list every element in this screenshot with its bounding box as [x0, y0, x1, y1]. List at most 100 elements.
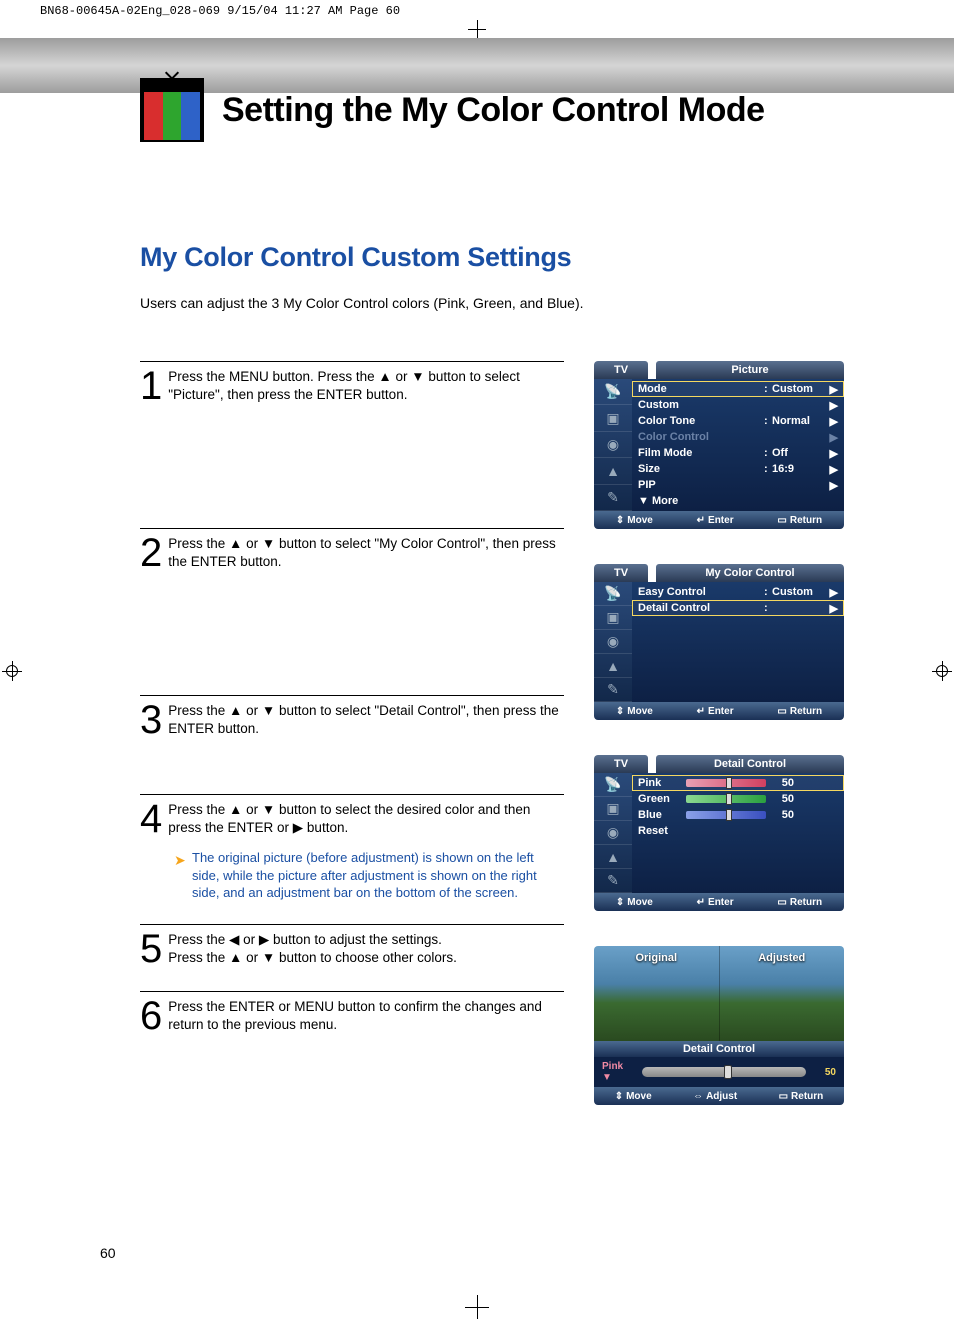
menu-row-detail-control[interactable]: Detail Control:▶ [632, 600, 844, 616]
prepress-header: BN68-00645A-02Eng_028-069 9/15/04 11:27 … [0, 0, 954, 20]
return-icon: ▭ [777, 706, 786, 717]
adjust-icon: ⇔ [693, 1091, 703, 1102]
osd-title: Detail Control [656, 755, 844, 773]
page-title: Setting the My Color Control Mode [222, 91, 765, 130]
pink-slider[interactable] [686, 779, 766, 787]
step-5: 5 Press the ◀ or ▶ button to adjust the … [140, 924, 564, 969]
osd-main: Mode:Custom▶ Custom▶ Color Tone:Normal▶ … [632, 379, 844, 511]
preview-adjust-row: Pink▼ 50 [594, 1057, 844, 1087]
crop-mark-top [0, 20, 954, 38]
step-2: 2 Press the ▲ or ▼ button to select "My … [140, 528, 564, 573]
satellite-icon: 📡 [594, 773, 632, 797]
osd-tv-tab: TV [594, 361, 648, 379]
intro-text: Users can adjust the 3 My Color Control … [140, 295, 854, 311]
step-3: 3 Press the ▲ or ▼ button to select "Det… [140, 695, 564, 740]
menu-row-green[interactable]: Green50 [632, 791, 844, 807]
step-text: Press the ◀ or ▶ button to adjust the se… [168, 929, 457, 969]
step-number: 1 [140, 366, 168, 406]
menu-row-reset[interactable]: Reset [632, 823, 844, 839]
menu-row-film-mode[interactable]: Film Mode:Off▶ [632, 445, 844, 461]
step-number: 3 [140, 700, 168, 740]
sound-icon: ◉ [594, 432, 632, 458]
move-icon: ⇕ [616, 515, 624, 526]
enter-icon: ↵ [697, 897, 705, 908]
preview-bar-title: Detail Control [594, 1041, 844, 1057]
step-number: 6 [140, 996, 168, 1036]
satellite-icon: 📡 [594, 379, 632, 405]
satellite-icon: 📡 [594, 582, 632, 606]
preview-slider[interactable] [642, 1067, 806, 1077]
note-arrow-icon: ➤ [174, 851, 186, 870]
osd-tv-tab: TV [594, 755, 648, 773]
menu-row-more[interactable]: ▼ More [632, 493, 844, 509]
registration-mark-right [932, 661, 952, 681]
steps-column: 1 Press the MENU button. Press the ▲ or … [140, 361, 564, 1105]
preview-value: 50 [806, 1067, 836, 1078]
step-number: 5 [140, 929, 168, 969]
osd-main: Pink50 Green50 Blue50 Reset [632, 773, 844, 893]
move-icon: ⇕ [616, 706, 624, 717]
step-1: 1 Press the MENU button. Press the ▲ or … [140, 361, 564, 406]
osd-footer: ⇕Move ↵Enter ▭Return [594, 702, 844, 720]
osd-tv-tab: TV [594, 564, 648, 582]
picture-icon: ▣ [594, 797, 632, 821]
sound-icon: ◉ [594, 821, 632, 845]
menu-row-easy-control[interactable]: Easy Control:Custom▶ [632, 584, 844, 600]
osd-sidebar: 📡 ▣ ◉ ▲ ✎ [594, 379, 632, 511]
menu-row-pink[interactable]: Pink50 [632, 775, 844, 791]
tv-icon [140, 78, 204, 142]
step-4-note: ➤ The original picture (before adjustmen… [174, 849, 564, 902]
step-6: 6 Press the ENTER or MENU button to conf… [140, 991, 564, 1036]
step-text: Press the ENTER or MENU button to confir… [168, 996, 564, 1036]
osd-column: TV Picture 📡 ▣ ◉ ▲ ✎ Mode:Custom▶ Custom… [594, 361, 854, 1105]
osd-detail-control-menu: TV Detail Control 📡 ▣ ◉ ▲ ✎ Pink50 Green… [594, 755, 844, 911]
menu-row-mode[interactable]: Mode:Custom▶ [632, 381, 844, 397]
step-number: 2 [140, 533, 168, 573]
menu-row-custom[interactable]: Custom▶ [632, 397, 844, 413]
osd-footer: ⇕Move ↵Enter ▭Return [594, 511, 844, 529]
move-icon: ⇕ [615, 1091, 623, 1102]
preview-adjusted: Adjusted [719, 946, 845, 1041]
osd-sidebar: 📡 ▣ ◉ ▲ ✎ [594, 773, 632, 893]
note-text: The original picture (before adjustment)… [192, 850, 537, 900]
menu-row-blue[interactable]: Blue50 [632, 807, 844, 823]
green-slider[interactable] [686, 795, 766, 803]
section-heading: My Color Control Custom Settings [140, 242, 854, 273]
blue-slider[interactable] [686, 811, 766, 819]
setup-icon: ✎ [594, 485, 632, 511]
preview-param-label: Pink▼ [602, 1061, 642, 1083]
page-number: 60 [100, 1245, 116, 1261]
setup-icon: ✎ [594, 869, 632, 893]
osd-title: My Color Control [656, 564, 844, 582]
osd-my-color-control-menu: TV My Color Control 📡 ▣ ◉ ▲ ✎ Easy Contr… [594, 564, 844, 720]
registration-mark-left [2, 661, 22, 681]
osd-footer: ⇕Move ↵Enter ▭Return [594, 893, 844, 911]
step-text: Press the ▲ or ▼ button to select "Detai… [168, 700, 564, 740]
sound-icon: ◉ [594, 630, 632, 654]
step-text: Press the ▲ or ▼ button to select the de… [168, 799, 564, 839]
crop-mark-bottom [465, 1295, 489, 1319]
osd-title: Picture [656, 361, 844, 379]
channel-icon: ▲ [594, 458, 632, 484]
osd-sidebar: 📡 ▣ ◉ ▲ ✎ [594, 582, 632, 702]
picture-icon: ▣ [594, 405, 632, 431]
channel-icon: ▲ [594, 845, 632, 869]
menu-row-color-tone[interactable]: Color Tone:Normal▶ [632, 413, 844, 429]
step-text: Press the ▲ or ▼ button to select "My Co… [168, 533, 564, 573]
setup-icon: ✎ [594, 678, 632, 702]
menu-row-size[interactable]: Size:16:9▶ [632, 461, 844, 477]
return-icon: ▭ [777, 897, 786, 908]
osd-preview-split: Original Adjusted Detail Control Pink▼ 5… [594, 946, 844, 1105]
preview-original: Original [594, 946, 719, 1041]
step-4: 4 Press the ▲ or ▼ button to select the … [140, 794, 564, 839]
return-icon: ▭ [777, 515, 786, 526]
preview-footer: ⇕Move ⇔Adjust ▭Return [594, 1087, 844, 1105]
menu-row-pip[interactable]: PIP▶ [632, 477, 844, 493]
enter-icon: ↵ [697, 706, 705, 717]
menu-row-color-control: Color Control▶ [632, 429, 844, 445]
osd-main: Easy Control:Custom▶ Detail Control:▶ [632, 582, 844, 702]
step-number: 4 [140, 799, 168, 839]
step-text: Press the MENU button. Press the ▲ or ▼ … [168, 366, 564, 406]
move-icon: ⇕ [616, 897, 624, 908]
picture-icon: ▣ [594, 606, 632, 630]
